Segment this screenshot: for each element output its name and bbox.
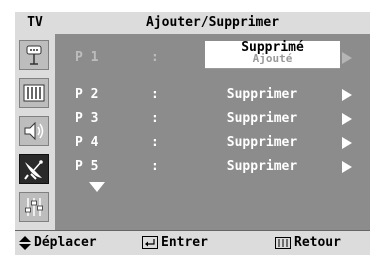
source-label: TV [27,15,43,30]
menu-key-icon [275,236,291,249]
right-arrow-icon [342,137,352,149]
enter-label: Entrer [161,235,208,250]
return-hint: Retour [275,235,341,250]
sidebar-item-channel[interactable] [19,154,49,184]
scroll-down-arrow-icon[interactable] [89,182,105,192]
sidebar-item-input[interactable] [19,40,49,70]
status-value: Supprimer [226,159,298,174]
separator: : [151,111,159,126]
sidebar-item-setup[interactable] [19,192,49,222]
add-delete-dropdown[interactable]: Supprimé Ajouté [205,40,340,69]
sidebar-item-picture[interactable] [19,78,49,108]
dropdown-option-added[interactable]: Ajouté [205,52,340,65]
enter-key-icon [142,236,158,249]
enter-hint: Entrer [142,235,208,250]
right-arrow-icon [342,52,352,64]
status-value: Supprimer [226,87,298,102]
move-label: Déplacer [34,235,97,250]
right-arrow-icon [342,113,352,125]
list-item-p5[interactable]: P 5 : Supprimer [55,155,370,179]
program-number: P 3 [75,111,99,126]
menu-category-sidebar [15,34,55,230]
title-bar: TV Ajouter/Supprimer [15,12,370,34]
channel-add-delete-list: P 1 : Supprimé Ajouté P 2 : Supprimer P … [55,34,370,230]
return-label: Retour [294,235,341,250]
status-value: Supprimer [226,135,298,150]
status-value: Supprimer [226,111,298,126]
picture-icon [23,84,45,102]
osd-menu-window: TV Ajouter/Supprimer P 1: Supprimé Ajou… [15,12,370,242]
list-item-p2[interactable]: P 2 : Supprimer [55,83,370,107]
sound-icon [24,121,44,141]
separator: : [151,87,159,102]
program-number: P 2 [75,87,99,102]
list-item-p4[interactable]: P 4 : Supprimer [55,131,370,155]
program-number: P 1 [75,50,99,65]
footer-hint-bar: Déplacer Entrer Retour [15,230,370,255]
right-arrow-icon [342,161,352,173]
list-item-p3[interactable]: P 3 : Supprimer [55,107,370,131]
separator: : [151,50,159,65]
program-number: P 4 [75,135,99,150]
right-arrow-icon [342,89,352,101]
channel-satellite-icon [24,160,43,180]
program-number: P 5 [75,159,99,174]
separator: : [151,159,159,174]
move-hint: Déplacer [19,235,97,250]
setup-sliders-icon [25,198,43,216]
sidebar-item-sound[interactable] [19,116,49,146]
separator: : [151,135,159,150]
menu-title: Ajouter/Supprimer [145,15,280,30]
antenna-input-icon [26,45,42,65]
up-down-arrow-icon [19,235,31,250]
